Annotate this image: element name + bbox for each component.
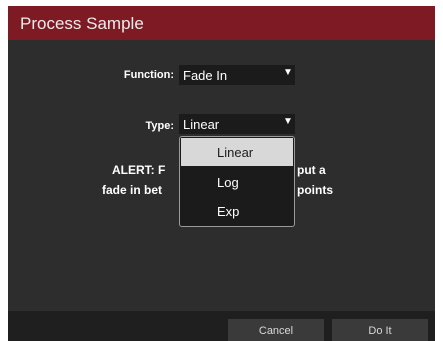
type-value: Linear xyxy=(183,117,220,132)
option-label: Exp xyxy=(217,204,240,219)
dropdown-option-exp[interactable]: Exp xyxy=(180,197,294,225)
type-select[interactable]: Linear ▼ xyxy=(179,114,295,134)
chevron-down-icon: ▼ xyxy=(283,67,293,78)
alert-line-1: ALERT: F xyxy=(112,163,166,177)
do-it-button[interactable]: Do It xyxy=(332,319,428,341)
dialog-titlebar: Process Sample xyxy=(8,6,435,40)
option-label: Log xyxy=(217,175,239,190)
function-value: Fade In xyxy=(183,68,228,83)
process-sample-dialog: Process Sample Function: Fade In ▼ Type:… xyxy=(8,6,435,341)
cancel-button[interactable]: Cancel xyxy=(228,319,324,341)
chevron-down-icon: ▼ xyxy=(283,116,293,127)
alert-line-2: fade in bet xyxy=(102,183,163,197)
type-dropdown-list: Linear Log Exp xyxy=(179,136,295,227)
option-label: Linear xyxy=(217,145,254,160)
function-select[interactable]: Fade In ▼ xyxy=(179,65,295,85)
alert-line-2-tail: points xyxy=(297,183,333,197)
dialog-title: Process Sample xyxy=(20,14,144,33)
alert-line-1-tail: put a xyxy=(297,163,326,177)
window-frame: Process Sample Function: Fade In ▼ Type:… xyxy=(0,0,443,341)
dropdown-option-linear[interactable]: Linear xyxy=(181,138,293,166)
function-label: Function: xyxy=(123,69,174,81)
dropdown-option-log[interactable]: Log xyxy=(180,168,294,196)
type-label: Type: xyxy=(145,120,174,132)
